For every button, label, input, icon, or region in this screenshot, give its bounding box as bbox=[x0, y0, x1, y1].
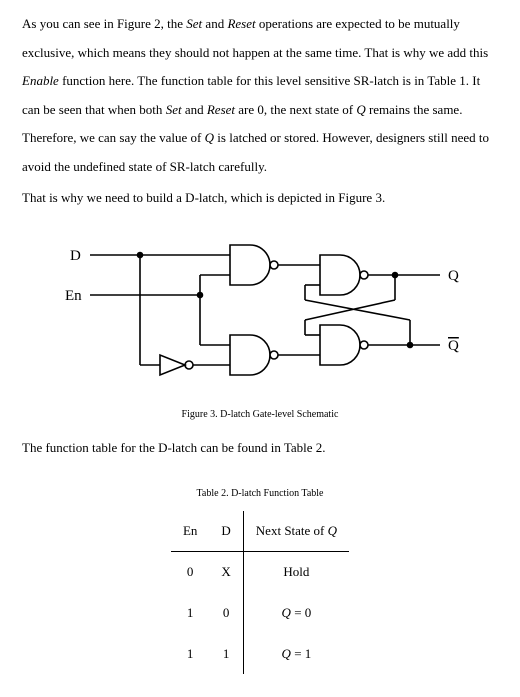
text: and bbox=[182, 102, 207, 117]
term-set: Set bbox=[186, 16, 202, 31]
var-q: Q bbox=[282, 605, 291, 620]
cell-d: X bbox=[209, 552, 243, 593]
cell-d: 1 bbox=[209, 634, 243, 675]
label-q: Q bbox=[448, 268, 459, 284]
table-header-row: En D Next State of Q bbox=[171, 511, 349, 552]
table-row: 0XHold bbox=[171, 552, 349, 593]
dlatch-schematic-icon: D En Q Q bbox=[50, 230, 470, 390]
term-reset: Reset bbox=[227, 16, 255, 31]
term-set-2: Set bbox=[166, 102, 182, 117]
text: are 0, the next state of bbox=[235, 102, 356, 117]
cell-next: Q = 1 bbox=[243, 634, 349, 675]
text: and bbox=[202, 16, 227, 31]
cell-next: Hold bbox=[243, 552, 349, 593]
cell-d: 0 bbox=[209, 593, 243, 634]
var-q: Q bbox=[282, 646, 291, 661]
text: = 1 bbox=[291, 646, 311, 661]
document-page: As you can see in Figure 2, the Set and … bbox=[0, 0, 520, 697]
text: Next State of bbox=[256, 523, 328, 538]
col-en: En bbox=[171, 511, 209, 552]
term-reset-2: Reset bbox=[207, 102, 235, 117]
figure-3: D En Q Q Figure 3. D-latch Gate-level Sc… bbox=[22, 230, 498, 426]
figure-3-caption: Figure 3. D-latch Gate-level Schematic bbox=[182, 404, 339, 426]
var-q-2: Q bbox=[205, 130, 214, 145]
paragraph-1: As you can see in Figure 2, the Set and … bbox=[22, 10, 498, 182]
col-next: Next State of Q bbox=[243, 511, 349, 552]
var-q: Q bbox=[328, 523, 337, 538]
text: = 0 bbox=[291, 605, 311, 620]
cell-en: 1 bbox=[171, 593, 209, 634]
paragraph-3: The function table for the D-latch can b… bbox=[22, 434, 498, 463]
var-q-1: Q bbox=[356, 102, 365, 117]
label-en: En bbox=[65, 288, 82, 304]
table-2: Table 2. D-latch Function Table En D Nex… bbox=[22, 483, 498, 674]
col-d: D bbox=[209, 511, 243, 552]
label-qbar: Q bbox=[448, 338, 459, 354]
label-d: D bbox=[70, 248, 81, 264]
text: As you can see in Figure 2, the bbox=[22, 16, 186, 31]
function-table: En D Next State of Q 0XHold10Q = 011Q = … bbox=[171, 511, 349, 674]
table-row: 10Q = 0 bbox=[171, 593, 349, 634]
table-2-caption: Table 2. D-latch Function Table bbox=[197, 483, 324, 505]
cell-en: 0 bbox=[171, 552, 209, 593]
paragraph-2: That is why we need to build a D-latch, … bbox=[22, 184, 498, 213]
cell-next: Q = 0 bbox=[243, 593, 349, 634]
table-row: 11Q = 1 bbox=[171, 634, 349, 675]
term-enable: Enable bbox=[22, 73, 59, 88]
cell-en: 1 bbox=[171, 634, 209, 675]
